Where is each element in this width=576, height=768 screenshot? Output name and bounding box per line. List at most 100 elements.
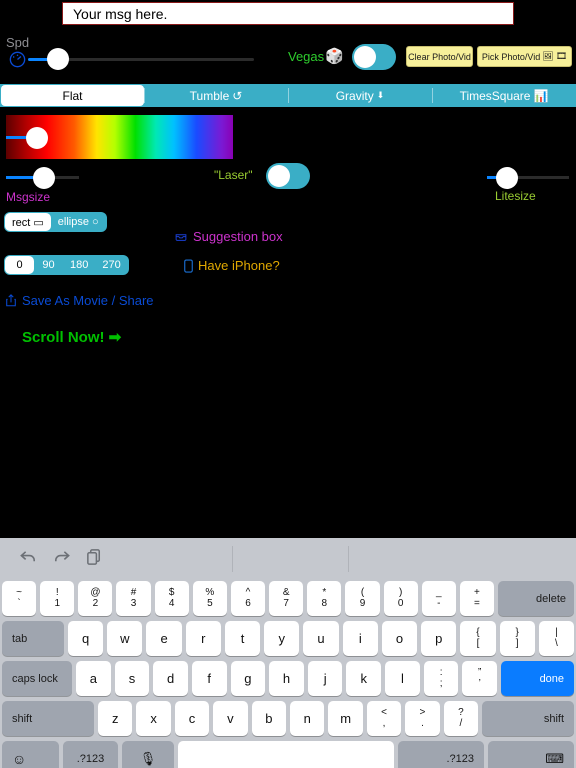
key-l[interactable]: l (385, 661, 420, 696)
paste-icon[interactable] (85, 548, 104, 572)
key-lower: , (382, 717, 386, 729)
key-0[interactable]: ) 0 (383, 581, 418, 616)
key-5[interactable]: % 5 (192, 581, 227, 616)
key-7[interactable]: & 7 (269, 581, 304, 616)
vegas-toggle[interactable] (352, 44, 396, 70)
rotation-option-180[interactable]: 180 (63, 256, 95, 274)
key-n[interactable]: n (290, 701, 325, 736)
key-t[interactable]: t (224, 621, 261, 656)
key-lower: ` (17, 597, 21, 609)
key-h[interactable]: h (269, 661, 304, 696)
message-row (0, 0, 576, 27)
key-r[interactable]: r (185, 621, 221, 656)
key-=[interactable]: + = (459, 581, 495, 616)
key-3[interactable]: #3 (116, 581, 151, 616)
rotation-option-270[interactable]: 270 (95, 256, 127, 274)
key-lower: 4 (168, 597, 175, 609)
key--[interactable]: _ - (421, 581, 456, 616)
key-,[interactable]: <, (366, 701, 402, 736)
pick-photo-button[interactable]: Pick Photo/Vid 🖼 🎞 (477, 46, 572, 67)
key-v[interactable]: v (213, 701, 248, 736)
key-a[interactable]: a (76, 661, 111, 696)
key-numbers-left[interactable]: .?123 (63, 741, 118, 768)
key-b[interactable]: b (251, 701, 287, 736)
key-x[interactable]: x (136, 701, 171, 736)
key-[[interactable]: {[ (460, 621, 496, 656)
key-`[interactable]: ~ ` (2, 581, 37, 616)
key-shift-right[interactable]: shift (482, 701, 575, 736)
key-microphone[interactable]: 🎙 (122, 741, 174, 768)
key-d[interactable]: d (153, 661, 188, 696)
key-;[interactable]: :; (423, 661, 459, 696)
rotation-option-0[interactable]: 0 (5, 256, 34, 274)
litesize-slider-knob[interactable] (496, 167, 518, 189)
key-w[interactable]: w (107, 621, 143, 656)
dice-icon: 🎲 (325, 48, 344, 65)
key-u[interactable]: u (303, 621, 339, 656)
laser-toggle[interactable] (266, 163, 310, 189)
speed-slider-track[interactable] (54, 58, 254, 61)
key-6[interactable]: ^ 6 (230, 581, 266, 616)
key-lower: \ (555, 637, 558, 649)
key-s[interactable]: s (114, 661, 150, 696)
key-shift-left[interactable]: shift (2, 701, 94, 736)
key-\[interactable]: | \ (538, 621, 575, 656)
tab-tumble-label: Tumble (189, 88, 230, 103)
tab-gravity[interactable]: Gravity ⬇ (288, 84, 432, 107)
key-lower: [ (476, 637, 480, 649)
key-8[interactable]: * 8 (307, 581, 342, 616)
key-9[interactable]: (9 (345, 581, 380, 616)
key-i[interactable]: i (342, 621, 378, 656)
rotation-option-90[interactable]: 90 (34, 256, 63, 274)
undo-icon[interactable] (18, 548, 39, 572)
key-caps-lock[interactable]: caps lock (2, 661, 72, 696)
tab-timessquare[interactable]: TimesSquare 📊 (432, 84, 576, 107)
shape-option-ellipse[interactable]: ellipse ○ (51, 213, 106, 231)
key-k[interactable]: k (346, 661, 382, 696)
key-upper: ) (398, 587, 403, 598)
key-z[interactable]: z (98, 701, 133, 736)
key-.[interactable]: >. (405, 701, 440, 736)
key-4[interactable]: $4 (154, 581, 189, 616)
color-slider-knob[interactable] (26, 127, 48, 149)
key-1[interactable]: ! 1 (40, 581, 75, 616)
msgsize-slider-knob[interactable] (33, 167, 55, 189)
key-tab[interactable]: tab (2, 621, 64, 656)
key-/[interactable]: ? / (443, 701, 479, 736)
share-icon (5, 293, 17, 308)
key-m[interactable]: m (328, 701, 363, 736)
key-2[interactable]: @2 (78, 581, 113, 616)
key-done[interactable]: done (501, 661, 575, 696)
key-numbers-right[interactable]: .?123 (398, 741, 484, 768)
key-y[interactable]: y (264, 621, 300, 656)
redo-icon[interactable] (51, 548, 72, 572)
clear-photo-button[interactable]: Clear Photo/Vid (406, 46, 473, 67)
key-’[interactable]: ”’ (462, 661, 498, 696)
key-p[interactable]: p (421, 621, 457, 656)
key-][interactable]: }] (499, 621, 535, 656)
key-c[interactable]: c (174, 701, 210, 736)
message-input[interactable] (62, 2, 514, 25)
scroll-now-label[interactable]: Scroll Now! ➡ (22, 328, 121, 346)
key-e[interactable]: e (146, 621, 182, 656)
save-as-movie-label: Save As Movie / Share (22, 293, 154, 308)
key-delete[interactable]: delete (498, 581, 575, 616)
key-q[interactable]: q (68, 621, 104, 656)
save-as-movie-link[interactable]: Save As Movie / Share (5, 293, 154, 308)
tab-tumble[interactable]: Tumble ↺ (144, 84, 288, 107)
key-j[interactable]: j (307, 661, 343, 696)
shape-option-rect[interactable]: rect ▭ (5, 213, 51, 231)
speed-slider-knob[interactable] (47, 48, 69, 70)
app-root: Spd Vegas 🎲 Clear Photo/Vid Pick Photo/V… (0, 0, 576, 768)
tab-flat[interactable]: Flat (1, 85, 144, 106)
key-f[interactable]: f (191, 661, 227, 696)
key-o[interactable]: o (381, 621, 418, 656)
have-iphone-link[interactable]: Have iPhone? (184, 258, 280, 273)
suggestion-box-link[interactable]: Suggestion box (174, 229, 283, 244)
key-g[interactable]: g (230, 661, 266, 696)
key-emoji[interactable]: ☺ (2, 741, 59, 768)
key-upper: $ (168, 587, 175, 598)
key-lower: 1 (54, 597, 61, 609)
key-space[interactable] (178, 741, 394, 768)
key-hide-keyboard[interactable]: ⌨ (488, 741, 574, 768)
